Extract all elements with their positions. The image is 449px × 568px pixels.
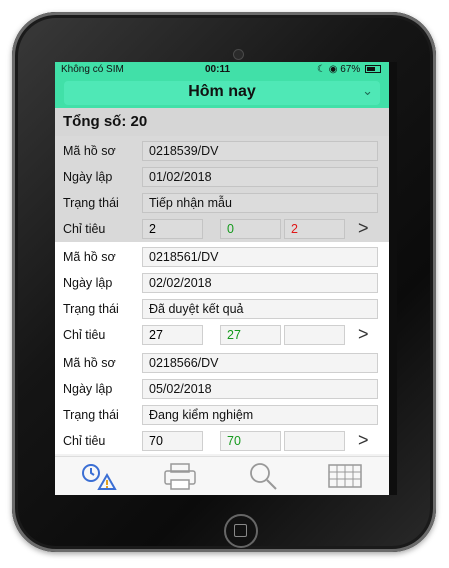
app-screen: Không có SIM 00:11 ☾ ◉ 67% Hôm nay ⌄ Tổn… [55, 62, 389, 495]
moon-icon: ☾ [316, 64, 326, 75]
record-id-label: Mã hồ sơ [63, 250, 116, 264]
created-date-label: Ngày lập [63, 276, 113, 290]
target-fail [284, 431, 345, 451]
target-fail [284, 325, 345, 345]
targets-label: Chỉ tiêu [63, 434, 106, 448]
target-total: 70 [142, 431, 203, 451]
record-id-value: 0218561/DV [142, 247, 378, 267]
created-date-label: Ngày lập [63, 382, 113, 396]
status-label: Trạng thái [63, 302, 119, 316]
chevron-right-icon[interactable]: > [358, 218, 369, 239]
status-time: 00:11 [205, 64, 231, 75]
status-value: Đã duyệt kết quả [142, 299, 378, 319]
chevron-right-icon[interactable]: > [358, 324, 369, 345]
grid-icon[interactable] [325, 461, 365, 491]
record-card[interactable]: Mã hồ sơ 0218566/DV Ngày lập 05/02/2018 Tr… [55, 348, 389, 454]
status-bar: Không có SIM 00:11 ☾ ◉ 67% [55, 62, 389, 78]
home-button[interactable] [224, 514, 258, 548]
chevron-down-icon[interactable]: ⌄ [362, 83, 373, 99]
location-icon: ◉ [328, 64, 338, 75]
status-value: Đang kiểm nghiệm [142, 405, 378, 425]
battery-percent: 67% [340, 64, 361, 75]
battery-status: ☾ ◉ 67% [317, 64, 381, 75]
target-total: 2 [142, 219, 203, 239]
search-icon[interactable] [243, 461, 283, 491]
status-value: Tiếp nhận mẫu [142, 193, 378, 213]
alert-clock-icon[interactable] [77, 461, 117, 491]
target-ok: 70 [220, 431, 281, 451]
targets-label: Chỉ tiêu [63, 222, 106, 236]
created-date-value: 01/02/2018 [142, 167, 378, 187]
page-title: Hôm nay [188, 83, 256, 100]
created-date-value: 02/02/2018 [142, 273, 378, 293]
chevron-right-icon[interactable]: > [358, 430, 369, 451]
bezel-edge [389, 62, 397, 495]
target-total: 27 [142, 325, 203, 345]
record-id-value: 0218539/DV [142, 141, 378, 161]
record-card[interactable]: Mã hồ sơ 0218561/DV Ngày lập 02/02/2018 Tr… [55, 242, 389, 348]
record-id-label: Mã hồ sơ [63, 144, 116, 158]
targets-label: Chỉ tiêu [63, 328, 106, 342]
target-ok: 27 [220, 325, 281, 345]
record-id-value: 0218566/DV [142, 353, 378, 373]
target-fail: 2 [284, 219, 345, 239]
nav-bar: Hôm nay ⌄ [55, 78, 389, 108]
record-id-label: Mã hồ sơ [63, 356, 116, 370]
tab-bar [55, 456, 389, 495]
total-count: Tổng số: 20 [55, 108, 389, 136]
camera-icon [233, 49, 244, 60]
battery-icon [365, 65, 381, 74]
record-card[interactable]: Mã hồ sơ 0218539/DV Ngày lập 01/02/2018 Tr… [55, 136, 389, 242]
printer-icon[interactable] [160, 461, 200, 491]
target-ok: 0 [220, 219, 281, 239]
status-label: Trạng thái [63, 196, 119, 210]
created-date-value: 05/02/2018 [142, 379, 378, 399]
carrier-label: Không có SIM [61, 64, 124, 75]
status-label: Trạng thái [63, 408, 119, 422]
created-date-label: Ngày lập [63, 170, 113, 184]
